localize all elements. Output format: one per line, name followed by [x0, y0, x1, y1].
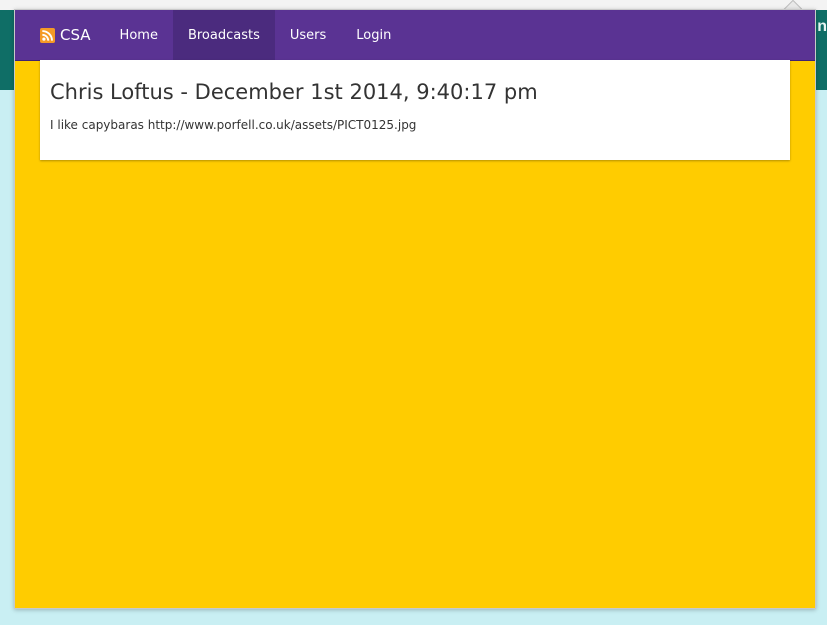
broadcast-title: Chris Loftus - December 1st 2014, 9:40:1… — [50, 80, 538, 104]
nav-item-users[interactable]: Users — [275, 10, 341, 60]
broadcast-card: Chris Loftus - December 1st 2014, 9:40:1… — [40, 60, 790, 160]
nav-item-label: Login — [356, 27, 392, 43]
nav-item-label: Broadcasts — [187, 27, 260, 43]
navbar: CSA Home Broadcasts Users Login — [15, 10, 815, 61]
nav-item-label: Users — [289, 27, 327, 43]
nav-item-home[interactable]: Home — [105, 10, 173, 60]
background-header-text: n — [817, 18, 827, 35]
rss-icon — [40, 27, 55, 43]
nav-item-login[interactable]: Login — [341, 10, 406, 60]
brand-link[interactable]: CSA — [15, 10, 105, 60]
broadcast-message: I like capybaras http://www.porfell.co.u… — [50, 118, 417, 132]
nav-item-broadcasts[interactable]: Broadcasts — [172, 10, 275, 60]
extension-popup: CSA Home Broadcasts Users Login Chris Lo… — [14, 9, 816, 609]
brand-label: CSA — [60, 26, 91, 44]
nav-item-label: Home — [119, 27, 158, 43]
